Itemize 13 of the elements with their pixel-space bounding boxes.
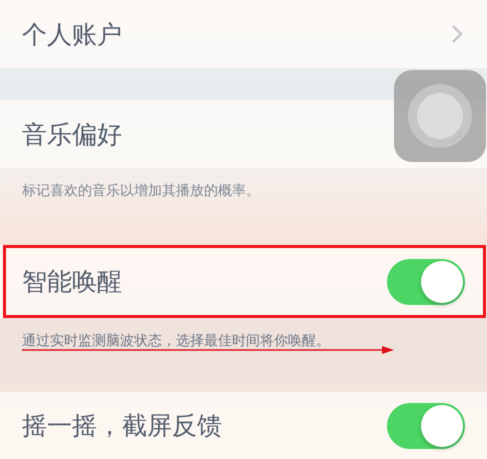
row-label: 音乐偏好: [22, 118, 122, 150]
toggle-switch[interactable]: [387, 258, 465, 304]
assistive-touch-button[interactable]: [394, 70, 486, 162]
settings-row[interactable]: 智能唤醒: [0, 245, 487, 318]
settings-row[interactable]: 摇一摇，截屏反馈: [0, 392, 487, 459]
row-label: 智能唤醒: [22, 266, 122, 298]
row-label: 个人账户: [22, 18, 122, 50]
row-label: 摇一摇，截屏反馈: [22, 410, 222, 442]
toggle-switch[interactable]: [387, 402, 465, 448]
footer-note: 通过实时监测脑波状态，选择最佳时间将你唤醒。: [22, 333, 330, 349]
settings-row[interactable]: 个人账户: [0, 0, 487, 68]
chevron-icon: [451, 24, 463, 44]
footer-note: 标记喜欢的音乐以增加其播放的概率。: [22, 183, 260, 199]
